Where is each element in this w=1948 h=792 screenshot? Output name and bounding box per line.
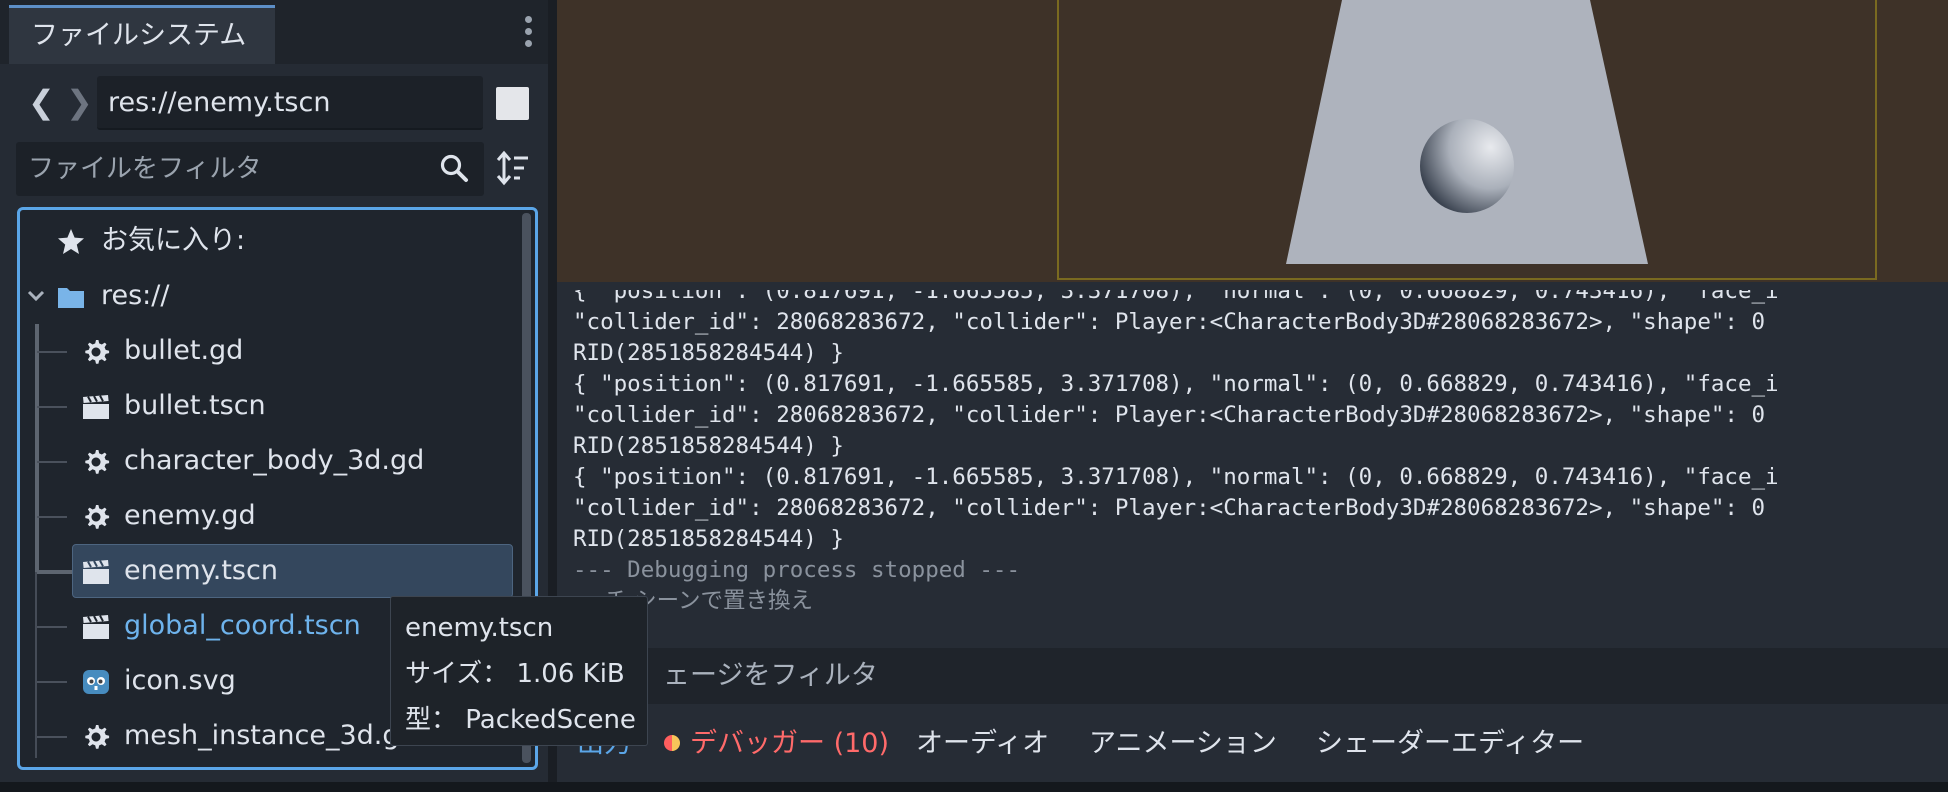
status-strip [0, 782, 1948, 792]
list-item-selected[interactable]: enemy.tscn [72, 544, 513, 598]
search-icon [440, 154, 468, 182]
forward-arrow-icon[interactable]: ❯ [66, 80, 93, 124]
tree-guide-line [37, 570, 73, 574]
tab-debugger[interactable]: デバッガー (10) [690, 710, 889, 780]
gear-icon [85, 340, 110, 364]
list-item[interactable]: bullet.gd [72, 326, 512, 376]
star-icon [58, 229, 84, 254]
gear-icon [85, 725, 110, 749]
log-line: RID(2851858284544) } [573, 340, 844, 366]
godot-logo-icon [83, 670, 109, 694]
message-filter-input[interactable]: ェージをフィルタ [565, 648, 1948, 704]
file-name: bullet.tscn [124, 390, 266, 421]
root-label: res:// [101, 280, 170, 311]
gear-icon [85, 450, 110, 474]
chevron-down-icon[interactable] [26, 286, 46, 306]
tree-item-root[interactable]: res:// [24, 271, 504, 321]
log-line: --- Debugging process stopped --- [573, 557, 1021, 583]
split-mode-icon[interactable] [496, 87, 529, 120]
tree-guide-line [35, 572, 37, 758]
log-line: RID(2851858284544) } [573, 433, 844, 459]
clapperboard-icon [83, 615, 109, 639]
list-item[interactable]: bullet.tscn [72, 381, 512, 431]
tooltip-type: 型： PackedScene [405, 705, 636, 735]
folder-icon [58, 288, 84, 308]
dock-menu-icon[interactable] [525, 16, 533, 52]
tree-guide-line [37, 461, 67, 463]
file-tooltip: enemy.tscn サイズ： 1.06 KiB 型： PackedScene [390, 596, 648, 746]
log-line: { "position": (0.817691, -1.665585, 3.37… [573, 464, 1779, 490]
mesh-preview [1286, 0, 1648, 264]
favorites-label: お気に入り: [101, 225, 246, 256]
tree-guide-line [37, 351, 67, 353]
file-name: global_coord.tscn [124, 610, 361, 641]
log-line: { "position": (0.817691, -1.665585, 3.37… [573, 290, 1779, 304]
gear-icon [85, 505, 110, 529]
debugger-status-icon [664, 735, 680, 751]
tree-guide-line [35, 324, 39, 572]
log-line: RID(2851858284544) } [573, 526, 844, 552]
tree-guide-line [37, 626, 67, 628]
tab-shader-editor[interactable]: シェーダーエディター [1316, 710, 1584, 780]
output-log[interactable]: { "position": (0.817691, -1.665585, 3.37… [557, 290, 1948, 638]
log-line: "collider_id": 28068283672, "collider": … [573, 402, 1766, 428]
tree-guide-line [37, 406, 67, 408]
clapperboard-icon [83, 560, 109, 584]
list-item[interactable]: enemy.gd [72, 491, 512, 541]
tree-guide-line [37, 681, 67, 683]
back-arrow-icon[interactable]: ❮ [28, 80, 55, 124]
tree-guide-line [37, 736, 67, 738]
tooltip-size: サイズ： 1.06 KiB [405, 659, 625, 689]
tab-audio[interactable]: オーディオ [916, 710, 1049, 780]
file-name: enemy.gd [124, 500, 256, 531]
file-name: character_body_3d.gd [124, 445, 425, 476]
tree-guide-line [37, 516, 67, 518]
sort-icon[interactable] [496, 150, 530, 186]
file-name: enemy.tscn [124, 555, 278, 586]
file-name: bullet.gd [124, 335, 244, 366]
file-name: icon.svg [124, 665, 236, 696]
clapperboard-icon [83, 395, 109, 419]
bottom-panel-tabs: 出力 デバッガー (10) オーディオ アニメーション シェーダーエディター [557, 710, 1948, 780]
file-filter-input[interactable]: ファイルをフィルタ [16, 142, 484, 196]
tab-filesystem[interactable]: ファイルシステム [9, 5, 275, 64]
tab-animation[interactable]: アニメーション [1089, 710, 1277, 780]
log-line: "collider_id": 28068283672, "collider": … [573, 309, 1766, 335]
log-line: { "position": (0.817691, -1.665585, 3.37… [573, 371, 1779, 397]
path-field[interactable]: res://enemy.tscn [97, 76, 483, 130]
file-name: mesh_instance_3d.g [124, 720, 400, 751]
list-item[interactable]: character_body_3d.gd [72, 436, 512, 486]
tooltip-filename: enemy.tscn [405, 613, 554, 643]
log-line: "collider_id": 28068283672, "collider": … [573, 495, 1766, 521]
tree-item-favorites[interactable]: お気に入り: [24, 216, 504, 266]
